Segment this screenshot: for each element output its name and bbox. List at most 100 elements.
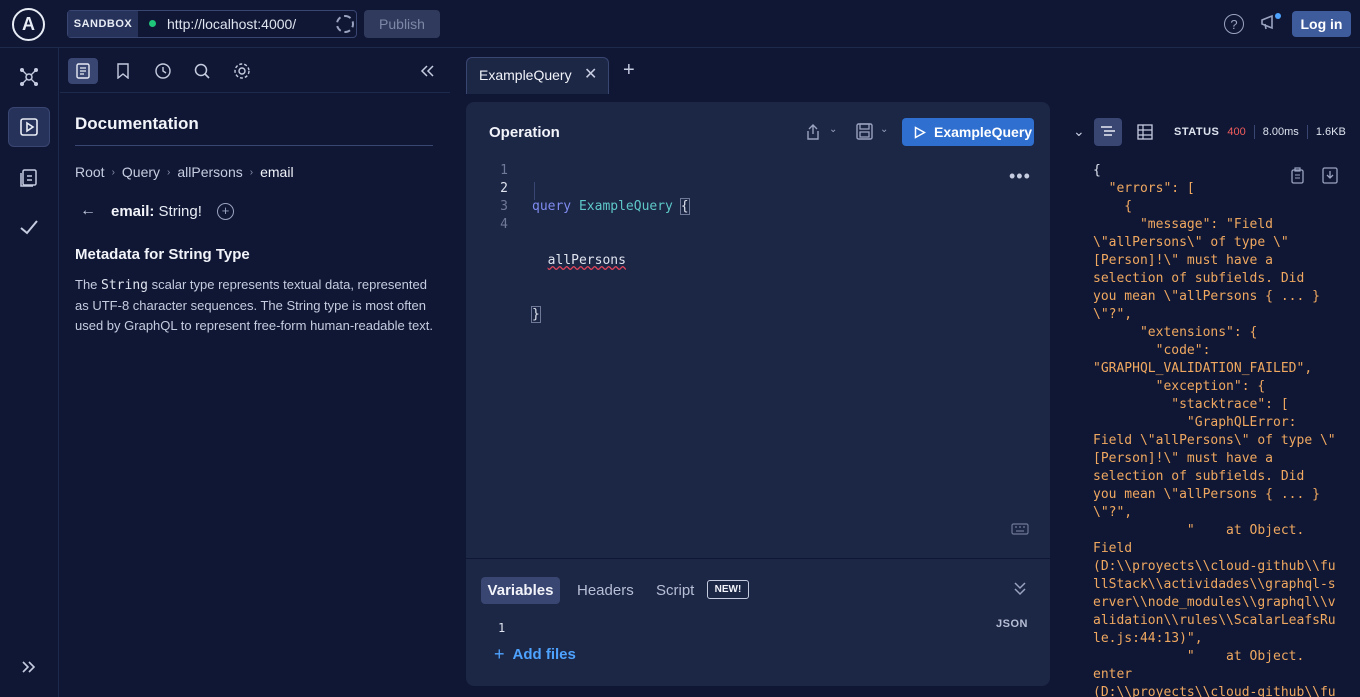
- bookmark-icon[interactable]: [108, 58, 138, 84]
- breadcrumb-separator-icon: ›: [111, 166, 115, 178]
- add-files-label: Add files: [512, 646, 576, 663]
- operation-name: ExampleQuery: [578, 199, 673, 214]
- response-json-line: "code":: [1093, 343, 1211, 358]
- response-json-line: "GraphQLError:: [1093, 415, 1297, 430]
- field-type[interactable]: String!: [159, 203, 202, 220]
- response-json-line: "GRAPHQL_VALIDATION_FAILED",: [1093, 361, 1313, 376]
- add-field-icon[interactable]: +: [217, 203, 234, 220]
- response-json-line: "errors": [: [1093, 181, 1195, 196]
- search-icon[interactable]: [187, 58, 217, 84]
- share-icon[interactable]: [804, 123, 822, 141]
- response-json-line: erver\\node_modules\\graphql\\v: [1093, 595, 1336, 610]
- json-view-icon[interactable]: [1094, 118, 1122, 146]
- operation-collections-icon[interactable]: [8, 157, 50, 197]
- brace-open: {: [679, 198, 690, 215]
- expand-sidebar-icon[interactable]: [8, 647, 50, 687]
- explorer-play-icon[interactable]: [8, 107, 50, 147]
- add-files-button[interactable]: + Add files: [494, 644, 576, 665]
- run-operation-button[interactable]: ExampleQuery: [902, 118, 1034, 146]
- keyboard-shortcuts-icon[interactable]: [1011, 523, 1029, 535]
- response-json-line: \"?",: [1093, 505, 1133, 520]
- operation-tab-label: ExampleQuery: [479, 67, 572, 83]
- response-json-line: \"allPersons\" of type \": [1093, 235, 1289, 250]
- response-json-line: [Person]!\" must have a: [1093, 253, 1274, 268]
- history-icon[interactable]: [148, 58, 178, 84]
- response-json-line: "extensions": {: [1093, 325, 1258, 340]
- metadata-heading: Metadata for String Type: [75, 246, 250, 263]
- endpoint-url[interactable]: http://localhost:4000/: [167, 16, 296, 32]
- field-signature: email: String!: [111, 203, 202, 220]
- response-json-line: selection of subfields. Did: [1093, 469, 1305, 484]
- left-nav-rail: [0, 48, 59, 697]
- response-json-line: selection of subfields. Did: [1093, 271, 1305, 286]
- response-json-line: "exception": {: [1093, 379, 1266, 394]
- field-allpersons: allPersons: [547, 253, 626, 268]
- brace-close: }: [531, 306, 541, 323]
- tab-script[interactable]: Script: [656, 582, 694, 599]
- more-options-icon[interactable]: •••: [1009, 166, 1031, 187]
- editor-line-numbers: 1 2 3 4: [500, 163, 508, 232]
- documentation-icon[interactable]: [68, 58, 98, 84]
- save-dropdown-chevron-icon[interactable]: ⌄: [880, 124, 888, 135]
- inline-code: String: [101, 278, 148, 293]
- query-keyword: query: [532, 199, 572, 214]
- response-size: 1.6KB: [1315, 126, 1346, 138]
- new-tab-icon[interactable]: +: [623, 59, 635, 82]
- breadcrumb-separator-icon: ›: [249, 166, 254, 178]
- response-json-line: le.js:44:13)",: [1093, 631, 1203, 646]
- response-json-line: " at Object.: [1093, 649, 1305, 664]
- response-json-line: Field: [1093, 541, 1133, 556]
- close-tab-icon[interactable]: ✕: [584, 64, 597, 84]
- response-json-line: "stacktrace": [: [1093, 397, 1289, 412]
- settings-gear-icon[interactable]: [227, 58, 257, 84]
- breadcrumb-root[interactable]: Root: [75, 164, 105, 180]
- status-code: 400: [1227, 126, 1246, 138]
- docs-title: Documentation: [75, 114, 199, 133]
- play-icon: [914, 125, 926, 139]
- response-json-line: " at Object.: [1093, 523, 1305, 538]
- table-view-icon[interactable]: [1131, 118, 1159, 146]
- field-name: email:: [111, 203, 155, 220]
- breadcrumb-query[interactable]: Query: [122, 164, 160, 180]
- top-bar: A SANDBOX http://localhost:4000/ Publish…: [0, 0, 1360, 48]
- editor-indent-guide: [534, 182, 535, 200]
- help-icon[interactable]: ?: [1224, 14, 1244, 34]
- collapse-variables-icon[interactable]: [1012, 580, 1028, 596]
- tab-headers[interactable]: Headers: [577, 582, 634, 599]
- save-icon[interactable]: [856, 123, 873, 140]
- breadcrumb-allpersons[interactable]: allPersons: [177, 164, 242, 180]
- collapse-panel-icon[interactable]: [412, 58, 442, 84]
- connection-settings-icon[interactable]: [336, 15, 354, 33]
- response-json: { "errors": [ { "message": "Field \"allPe…: [1093, 162, 1355, 697]
- share-dropdown-chevron-icon[interactable]: ⌄: [829, 124, 837, 135]
- tab-variables[interactable]: Variables: [481, 577, 560, 604]
- type-description: The String scalar type represents textua…: [75, 277, 433, 333]
- response-json-line: you mean \"allPersons { ... }: [1093, 289, 1320, 304]
- query-editor[interactable]: query ExampleQuery { allPersons }: [531, 162, 992, 342]
- response-json-line: (D:\\proyects\\cloud-github\\fu: [1093, 559, 1336, 574]
- response-json-line: {: [1093, 199, 1133, 214]
- response-json-line: (D:\\proyects\\cloud-github\\fu: [1093, 685, 1336, 697]
- breadcrumb-separator-icon: ›: [167, 166, 171, 178]
- response-time: 8.00ms: [1262, 126, 1299, 138]
- breadcrumb: Root › Query › allPersons › email: [75, 164, 294, 180]
- login-button[interactable]: Log in: [1292, 11, 1351, 37]
- response-json-line: alidation\\rules\\ScalarLeafsRu: [1093, 613, 1336, 628]
- breadcrumb-email: email: [260, 164, 294, 180]
- response-json-line: "message": "Field: [1093, 217, 1274, 232]
- schema-graph-icon[interactable]: [8, 57, 50, 97]
- docs-divider: [75, 145, 433, 146]
- run-operation-label: ExampleQuery: [934, 124, 1033, 140]
- back-arrow-icon[interactable]: ←: [80, 202, 96, 220]
- publish-button[interactable]: Publish: [364, 10, 440, 38]
- new-badge: NEW!: [707, 580, 749, 599]
- response-status: STATUS 400 8.00ms 1.6KB: [1174, 125, 1346, 139]
- variables-line-number: 1: [498, 621, 506, 635]
- response-json-line: {: [1093, 163, 1101, 178]
- sandbox-label: SANDBOX: [68, 11, 138, 37]
- collapse-response-chevron-icon[interactable]: ⌄: [1073, 123, 1085, 140]
- apollo-logo-icon[interactable]: A: [12, 8, 45, 41]
- announcement-megaphone-icon[interactable]: [1259, 12, 1283, 34]
- checks-icon[interactable]: [8, 207, 50, 247]
- variables-divider: [466, 558, 1050, 559]
